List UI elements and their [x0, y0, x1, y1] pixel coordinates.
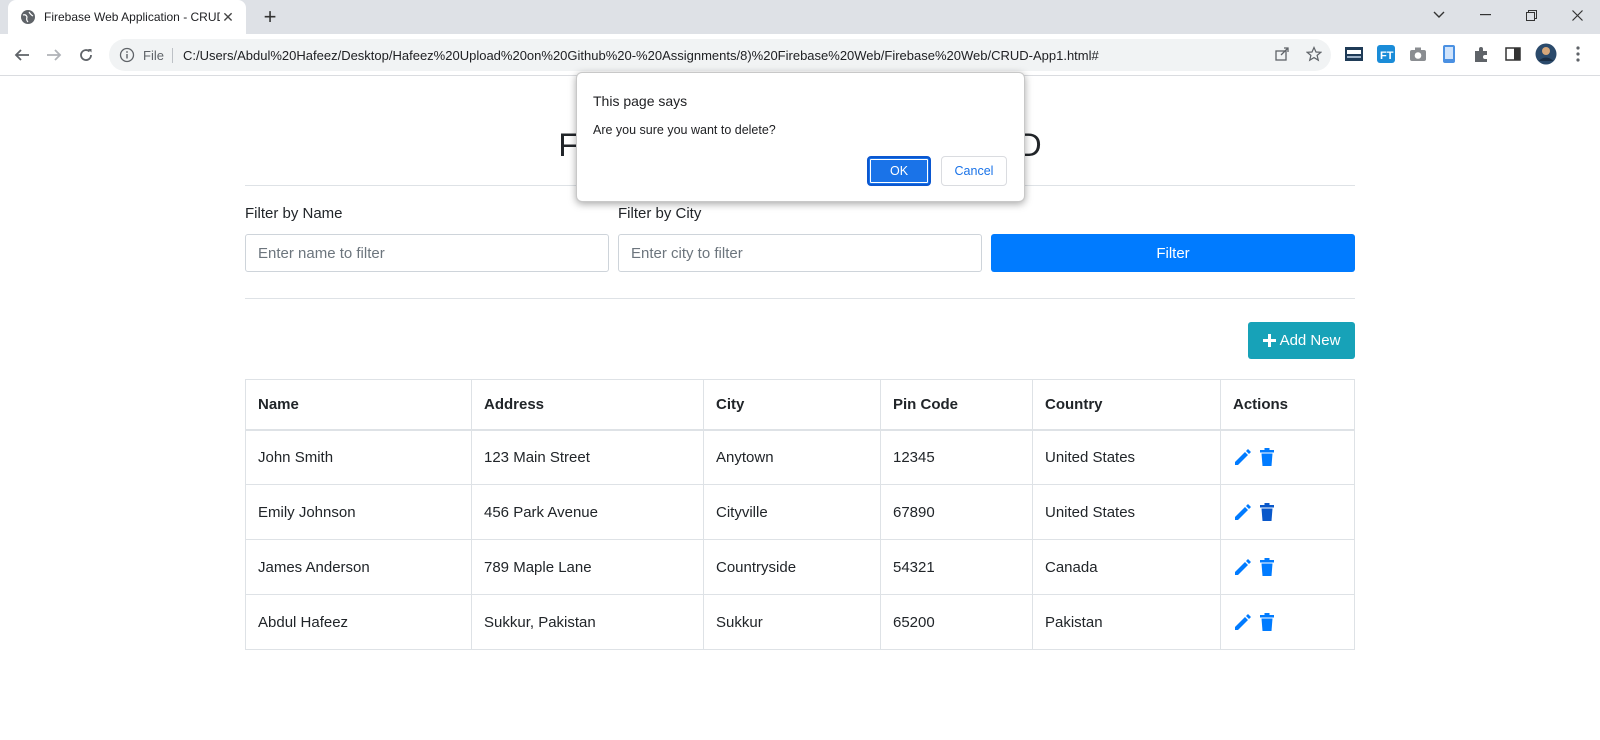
- ft-extension-icon[interactable]: FT: [1375, 43, 1397, 65]
- bookmark-star-icon[interactable]: [1302, 42, 1326, 66]
- table-row: James Anderson 789 Maple Lane Countrysid…: [245, 539, 1355, 595]
- side-panel-icon[interactable]: [1502, 43, 1524, 65]
- dialog-message: Are you sure you want to delete?: [593, 123, 776, 137]
- edit-pencil-icon[interactable]: [1233, 557, 1253, 577]
- add-new-label: Add New: [1279, 332, 1341, 349]
- header-city: City: [703, 379, 881, 431]
- cell-pin-code: 12345: [880, 429, 1033, 485]
- back-icon[interactable]: [9, 42, 35, 68]
- phone-extension-icon[interactable]: [1438, 43, 1460, 65]
- tab-title: Firebase Web Application - CRUD: [44, 10, 220, 24]
- file-label: File: [143, 47, 173, 63]
- cell-country: United States: [1032, 429, 1221, 485]
- delete-trash-icon[interactable]: [1259, 502, 1275, 522]
- cell-actions: [1220, 594, 1355, 650]
- omnibox[interactable]: File C:/Users/Abdul%20Hafeez/Desktop/Haf…: [109, 39, 1331, 71]
- cell-country: Pakistan: [1032, 594, 1221, 650]
- cell-country: United States: [1032, 484, 1221, 540]
- cell-country: Canada: [1032, 539, 1221, 595]
- svg-text:FT: FT: [1380, 50, 1394, 62]
- cell-name: James Anderson: [245, 539, 472, 595]
- confirm-dialog: This page says Are you sure you want to …: [576, 72, 1025, 202]
- filter-city-label: Filter by City: [618, 205, 702, 222]
- header-address: Address: [471, 379, 704, 431]
- header-country: Country: [1032, 379, 1221, 431]
- globe-icon: [21, 10, 35, 24]
- edit-pencil-icon[interactable]: [1233, 447, 1253, 467]
- edit-pencil-icon[interactable]: [1233, 612, 1253, 632]
- header-actions: Actions: [1220, 379, 1355, 431]
- new-tab-icon[interactable]: +: [258, 4, 282, 29]
- dialog-title: This page says: [593, 93, 688, 109]
- cell-actions: [1220, 539, 1355, 595]
- table-header-row: Name Address City Pin Code Country Actio…: [245, 379, 1355, 431]
- cell-actions: [1220, 484, 1355, 540]
- cell-pin-code: 65200: [880, 594, 1033, 650]
- edit-pencil-icon[interactable]: [1233, 502, 1253, 522]
- cell-name: Abdul Hafeez: [245, 594, 472, 650]
- records-table: Name Address City Pin Code Country Actio…: [245, 379, 1355, 650]
- browser-tab[interactable]: Firebase Web Application - CRUD ✕: [8, 0, 246, 34]
- cell-pin-code: 54321: [880, 539, 1033, 595]
- cell-city: Sukkur: [703, 594, 881, 650]
- reload-icon[interactable]: [73, 42, 99, 68]
- news-extension-icon[interactable]: [1343, 43, 1365, 65]
- header-name: Name: [245, 379, 472, 431]
- tab-close-icon[interactable]: ✕: [220, 9, 236, 25]
- restore-icon[interactable]: [1508, 0, 1554, 30]
- divider: [245, 298, 1355, 299]
- browser-toolbar: File C:/Users/Abdul%20Hafeez/Desktop/Haf…: [0, 34, 1600, 76]
- table-row: John Smith 123 Main Street Anytown 12345…: [245, 429, 1355, 485]
- cell-address: 789 Maple Lane: [471, 539, 704, 595]
- tab-search-icon[interactable]: [1416, 0, 1462, 30]
- cell-city: Countryside: [703, 539, 881, 595]
- cancel-button[interactable]: Cancel: [941, 156, 1007, 186]
- delete-trash-icon[interactable]: [1259, 612, 1275, 632]
- delete-trash-icon[interactable]: [1259, 557, 1275, 577]
- cell-name: Emily Johnson: [245, 484, 472, 540]
- profile-avatar[interactable]: [1535, 43, 1557, 65]
- extensions-puzzle-icon[interactable]: [1470, 43, 1492, 65]
- add-new-button[interactable]: Add New: [1248, 322, 1355, 359]
- forward-icon[interactable]: [41, 42, 67, 68]
- cell-actions: [1220, 429, 1355, 485]
- delete-trash-icon[interactable]: [1259, 447, 1275, 467]
- share-icon[interactable]: [1270, 42, 1294, 66]
- chrome-menu-icon[interactable]: [1567, 43, 1589, 65]
- cell-address: Sukkur, Pakistan: [471, 594, 704, 650]
- url-text[interactable]: C:/Users/Abdul%20Hafeez/Desktop/Hafeez%2…: [183, 48, 1099, 63]
- cell-address: 456 Park Avenue: [471, 484, 704, 540]
- table-row: Abdul Hafeez Sukkur, Pakistan Sukkur 652…: [245, 594, 1355, 650]
- close-window-icon[interactable]: [1554, 0, 1600, 30]
- plus-icon: [1262, 334, 1276, 347]
- cell-city: Anytown: [703, 429, 881, 485]
- header-pin-code: Pin Code: [880, 379, 1033, 431]
- table-row: Emily Johnson 456 Park Avenue Cityville …: [245, 484, 1355, 540]
- minimize-icon[interactable]: [1462, 0, 1508, 30]
- ok-button[interactable]: OK: [867, 156, 931, 186]
- info-icon[interactable]: [119, 47, 135, 63]
- cell-pin-code: 67890: [880, 484, 1033, 540]
- browser-tab-bar: Firebase Web Application - CRUD ✕ +: [0, 0, 1600, 34]
- cell-city: Cityville: [703, 484, 881, 540]
- filter-city-input[interactable]: [618, 234, 982, 272]
- cell-address: 123 Main Street: [471, 429, 704, 485]
- cell-name: John Smith: [245, 429, 472, 485]
- filter-name-label: Filter by Name: [245, 205, 343, 222]
- filter-button[interactable]: Filter: [991, 234, 1355, 272]
- camera-icon[interactable]: [1407, 43, 1429, 65]
- filter-name-input[interactable]: [245, 234, 609, 272]
